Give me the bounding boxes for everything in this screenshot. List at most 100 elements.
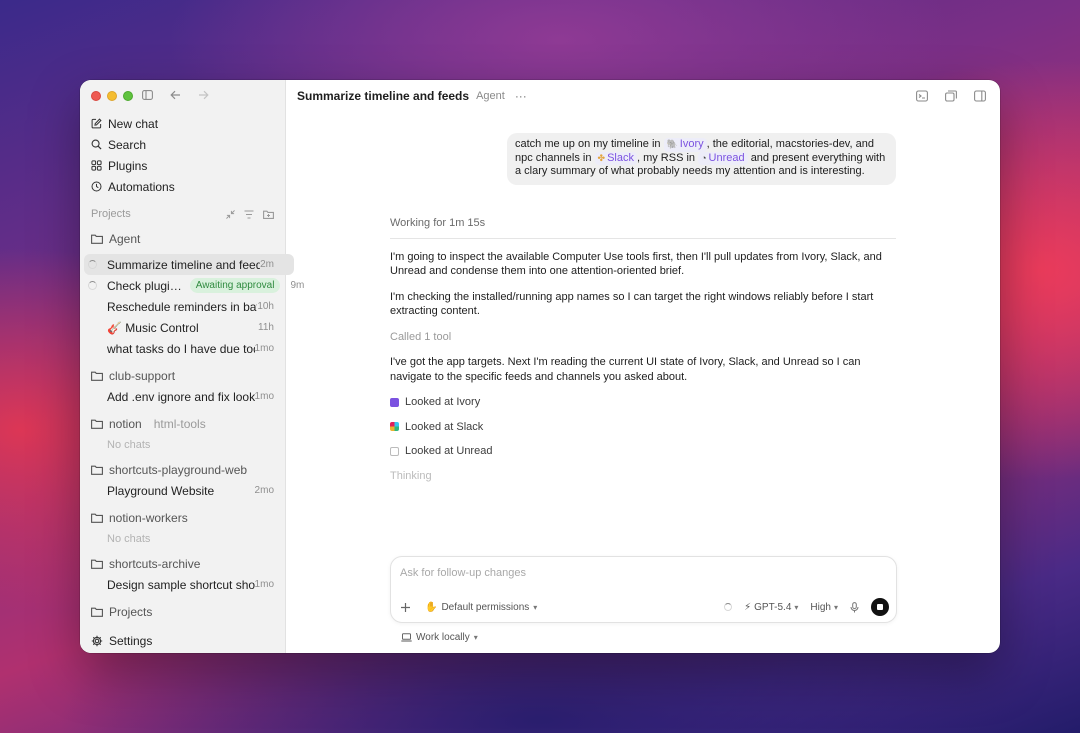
settings-label: Settings [109, 634, 153, 648]
more-options-button[interactable]: ··· [515, 89, 527, 103]
project-folder-shortcuts-playground-web[interactable]: shortcuts-playground-web [80, 459, 285, 480]
app-window: New chat Search Plugins Automations Proj… [80, 80, 1000, 653]
loading-spinner-icon [724, 603, 733, 611]
chat-item[interactable]: what tasks do I have due today 1mo [80, 338, 285, 359]
nav-new-chat[interactable]: New chat [80, 113, 285, 134]
chat-item[interactable]: Design sample shortcut showcase 1mo [80, 574, 285, 595]
project-folder-notion-workers[interactable]: notion-workers [80, 507, 285, 528]
chip-label: Ivory [679, 138, 704, 150]
terminal-icon[interactable] [916, 90, 928, 102]
folder-icon [91, 234, 103, 244]
sidebar: New chat Search Plugins Automations Proj… [80, 80, 304, 653]
assistant-paragraph: I'm checking the installed/running app n… [390, 290, 874, 318]
sidebar-toggle-icon[interactable] [141, 89, 153, 101]
primary-nav: New chat Search Plugins Automations [80, 113, 285, 197]
chat-title: Check plugi… [107, 278, 182, 293]
chat-age: 1mo [254, 579, 274, 590]
tool-result-label: Looked at Ivory [405, 396, 481, 408]
project-folder-notion[interactable]: notion html-tools [80, 413, 285, 434]
app-chip-unread[interactable]: ◔ Unread [698, 151, 748, 165]
nav-search[interactable]: Search [80, 134, 285, 155]
chat-item[interactable]: 🎸 Music Control 11h [80, 317, 285, 338]
chevron-down-icon: ▾ [794, 602, 799, 612]
hand-icon: ✋ [425, 601, 438, 613]
chat-age: 2m [260, 259, 274, 270]
composer[interactable]: Ask for follow-up changes ✋ Default perm… [390, 556, 897, 623]
effort-label: High [810, 601, 831, 613]
model-label: GPT-5.4 [754, 601, 792, 613]
chat-item-active[interactable]: Summarize timeline and feeds 2m [84, 254, 294, 275]
filter-icon[interactable] [244, 209, 254, 219]
working-status[interactable]: Working for 1m 15s [390, 216, 896, 239]
laptop-icon [401, 633, 412, 642]
tool-call-summary[interactable]: Called 1 tool [390, 330, 896, 345]
chat-item[interactable]: Add .env ignore and fix lookup 1mo [80, 386, 285, 407]
tool-result-slack[interactable]: Looked at Slack [390, 420, 896, 435]
forward-arrow-icon[interactable] [197, 89, 209, 101]
chevron-down-icon: ▾ [473, 633, 478, 642]
nav-automations-label: Automations [108, 179, 175, 194]
settings-button[interactable]: Settings [91, 634, 152, 648]
project-folder-agent[interactable]: Agent [80, 228, 285, 249]
project-folder-label: Agent [109, 231, 141, 246]
tool-result-label: Looked at Slack [405, 420, 484, 433]
nav-search-label: Search [108, 137, 147, 152]
app-chip-slack[interactable]: ✤ Slack [594, 151, 637, 165]
rss-icon: ◔ [701, 152, 707, 163]
grid-icon [91, 160, 102, 171]
chip-label: Unread [708, 151, 745, 164]
close-window-button[interactable] [91, 91, 101, 101]
chat-age: 1mo [254, 391, 274, 402]
folder-icon [91, 559, 103, 569]
windows-icon[interactable] [945, 90, 957, 102]
projects-header-label: Projects [91, 208, 131, 220]
no-chats-label: No chats [107, 532, 151, 545]
no-chats-label: No chats [107, 438, 151, 451]
effort-dropdown[interactable]: High ▾ [810, 602, 838, 613]
minimize-window-button[interactable] [107, 91, 117, 101]
project-folder-label: Projects [109, 604, 153, 619]
collapse-all-icon[interactable] [226, 209, 235, 219]
slack-app-icon [390, 422, 399, 432]
composer-toolbar: ✋ Default permissions ▾ ⚡ GPT-5.4 ▾ High… [400, 598, 889, 616]
chat-item[interactable]: Check plugi… Awaiting approval 9m [80, 275, 304, 296]
awaiting-approval-badge: Awaiting approval [189, 278, 281, 293]
project-folder-label: club-support [109, 368, 176, 383]
project-folder-projects[interactable]: Projects [80, 601, 285, 622]
follow-up-input[interactable]: Ask for follow-up changes [400, 567, 526, 579]
stop-button[interactable] [871, 598, 889, 616]
tool-result-unread[interactable]: Looked at Unread [390, 444, 896, 459]
chat-item[interactable]: Playground Website 2mo [80, 480, 285, 501]
microphone-icon[interactable] [850, 601, 859, 613]
nav-automations[interactable]: Automations [80, 176, 285, 197]
chat-item[interactable]: Reschedule reminders in batches 10h [80, 296, 285, 317]
chat-title: Playground Website [107, 483, 215, 498]
loading-spinner-icon [88, 281, 97, 290]
sidebar-toolbar [141, 89, 209, 101]
tool-result-ivory[interactable]: Looked at Ivory [390, 395, 896, 410]
permissions-dropdown[interactable]: ✋ Default permissions ▾ [425, 602, 537, 613]
project-folder-label: notion [109, 416, 142, 431]
chat-title: 🎸 Music Control [107, 320, 199, 335]
chevron-down-icon: ▾ [533, 602, 538, 612]
slack-app-icon: ✤ [597, 152, 606, 163]
project-folder-club-support[interactable]: club-support [80, 365, 285, 386]
add-attachment-icon[interactable] [400, 602, 411, 613]
project-folder-shortcuts-archive[interactable]: shortcuts-archive [80, 553, 285, 574]
assistant-paragraph: I'm going to inspect the available Compu… [390, 250, 882, 278]
back-arrow-icon[interactable] [169, 89, 181, 101]
app-chip-ivory[interactable]: 🐘 Ivory [663, 138, 707, 152]
new-folder-icon[interactable] [263, 210, 274, 219]
right-panel-icon[interactable] [974, 90, 986, 102]
tool-result-label: Looked at Unread [405, 445, 493, 457]
nav-plugins[interactable]: Plugins [80, 155, 285, 176]
zoom-window-button[interactable] [123, 91, 133, 101]
work-locally-dropdown[interactable]: Work locally ▾ [401, 632, 478, 643]
model-dropdown[interactable]: ⚡ GPT-5.4 ▾ [744, 602, 798, 613]
chat-age: 2mo [254, 485, 274, 496]
folder-icon [91, 465, 103, 475]
compose-icon [91, 118, 102, 129]
ivory-app-icon: 🐘 [666, 139, 678, 149]
chat-age: 11h [258, 322, 274, 333]
project-folder-label: shortcuts-playground-web [109, 462, 248, 477]
